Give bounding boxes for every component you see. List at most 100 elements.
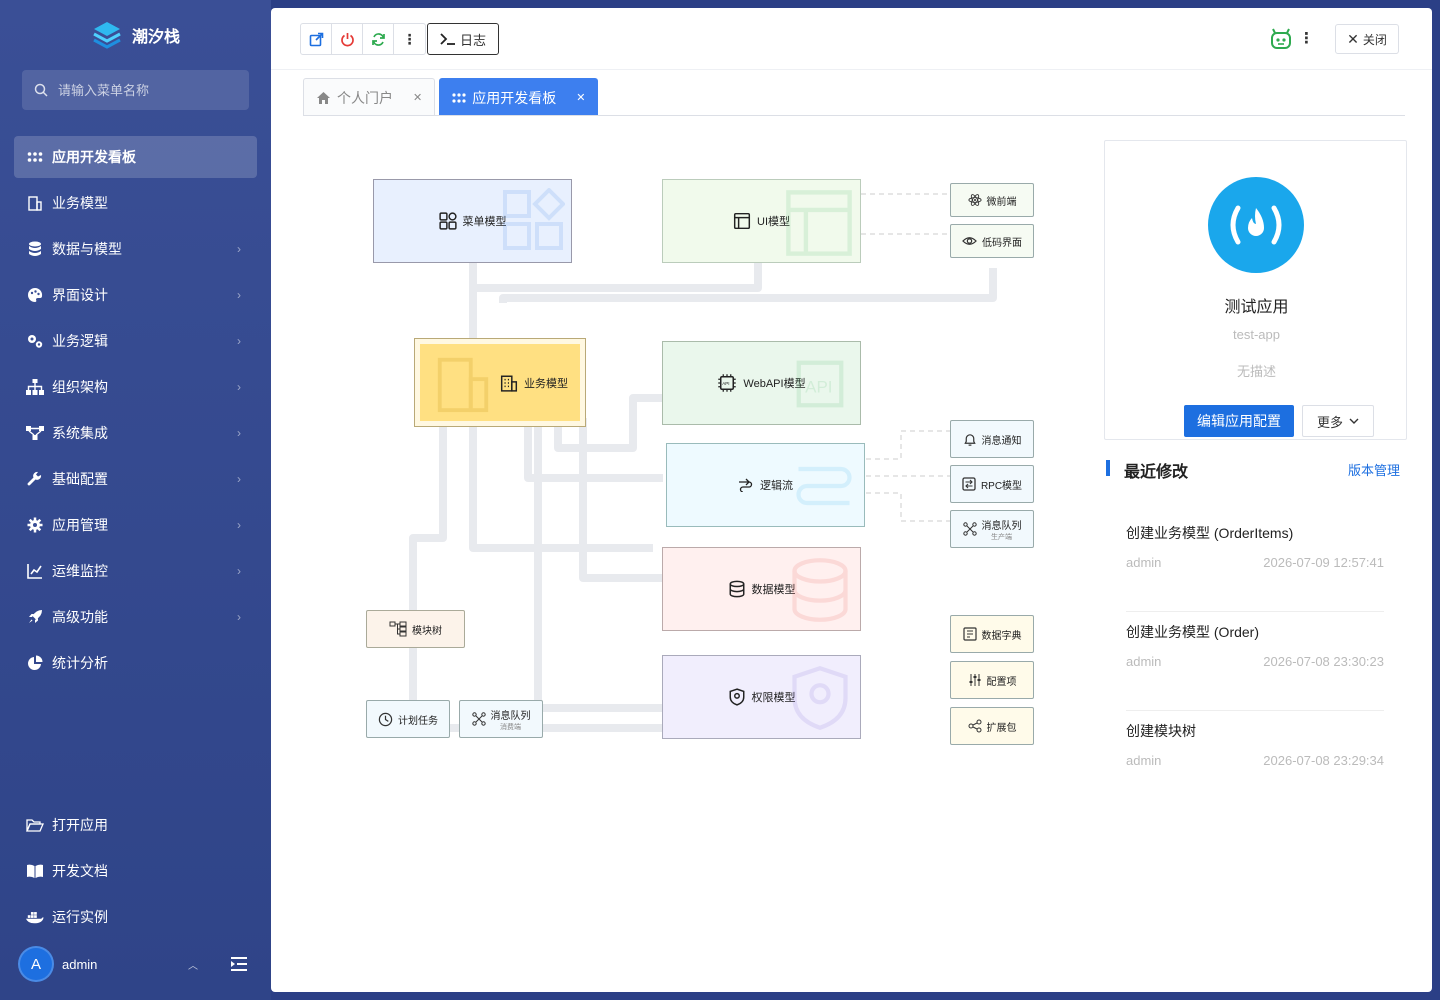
sidebar-item-12[interactable]: 统计分析 xyxy=(14,642,257,684)
business-model-box[interactable]: 业务模型 xyxy=(414,338,586,427)
version-management-link[interactable]: 版本管理 xyxy=(1348,460,1400,479)
menu-search[interactable] xyxy=(22,70,249,110)
database-icon xyxy=(729,580,744,598)
sidebar-item-5[interactable]: 业务逻辑 › xyxy=(14,320,257,362)
logic-flow-box[interactable]: 逻辑流 xyxy=(666,443,865,527)
sidebar-item-6[interactable]: 组织架构 › xyxy=(14,366,257,408)
ui-model-box[interactable]: UI模型 xyxy=(662,179,861,263)
sidebar-item-7[interactable]: 系统集成 › xyxy=(14,412,257,454)
svg-text:API: API xyxy=(723,381,730,386)
sidebar-item-11[interactable]: 高级功能 › xyxy=(14,596,257,638)
open-external-button[interactable] xyxy=(301,24,332,54)
app-logo[interactable]: 潮汐栈 xyxy=(92,20,180,50)
mq-producer-box[interactable]: 消息队列 生产端 xyxy=(950,510,1034,548)
close-button[interactable]: ✕ 关闭 xyxy=(1335,24,1399,54)
schedule-box[interactable]: 计划任务 xyxy=(366,700,450,738)
more-dropdown-button[interactable]: 更多 xyxy=(1302,405,1374,437)
lowcode-ui-box[interactable]: 低码界面 xyxy=(950,224,1034,258)
sidebar-item-1[interactable]: 应用开发看板 xyxy=(14,136,257,178)
edit-app-config-button[interactable]: 编辑应用配置 xyxy=(1184,405,1294,437)
rpc-model-box[interactable]: RPC模型 xyxy=(950,465,1034,503)
permission-model-box[interactable]: 权限模型 xyxy=(662,655,861,739)
more-vertical-icon: ⋮ xyxy=(402,31,417,47)
refresh-button[interactable] xyxy=(363,24,394,54)
power-icon xyxy=(340,32,354,46)
toolbar-button-group: ⋮ xyxy=(300,23,426,55)
notify-box[interactable]: 消息通知 xyxy=(950,420,1034,458)
user-panel[interactable]: A admin ︿ xyxy=(18,946,254,982)
tab-personal-portal[interactable]: 个人门户 ✕ xyxy=(303,78,436,116)
tab-underline xyxy=(303,115,1405,116)
module-tree-box[interactable]: 模块树 xyxy=(366,610,465,648)
gears-icon xyxy=(26,332,44,350)
grid-icon xyxy=(26,148,44,166)
chevron-right-icon: › xyxy=(237,610,241,624)
tab-close-icon[interactable]: ✕ xyxy=(413,91,422,104)
micro-frontend-box[interactable]: 微前端 xyxy=(950,183,1034,217)
main-panel: ⋮ 日志 ⋮ ✕ 关闭 个人门户 ✕ 应用开发看板 ✕ 菜单模型 UI模型 微前… xyxy=(271,8,1432,992)
chevron-right-icon: › xyxy=(237,380,241,394)
sidebar-item-label: 打开应用 xyxy=(52,817,108,833)
config-item-box[interactable]: 配置项 xyxy=(950,661,1034,699)
log-button[interactable]: 日志 xyxy=(427,23,499,55)
data-dict-label: 数据字典 xyxy=(981,630,1022,642)
tab-dev-board[interactable]: 应用开发看板 ✕ xyxy=(439,78,599,116)
recent-item-time: 2026-07-09 12:57:41 xyxy=(1263,555,1384,570)
sidebar-item-4[interactable]: 界面设计 › xyxy=(14,274,257,316)
ext-pkg-box[interactable]: 扩展包 xyxy=(950,707,1034,745)
external-link-icon xyxy=(309,32,323,46)
more-label: 更多 xyxy=(1316,414,1343,430)
mq-producer-label: 消息队列 xyxy=(981,520,1022,532)
recent-item[interactable]: 创建业务模型 (OrderItems) admin 2026-07-09 12:… xyxy=(1126,513,1384,612)
recent-item[interactable]: 创建模块树 admin 2026-07-08 23:29:34 xyxy=(1126,711,1384,810)
menu-model-box[interactable]: 菜单模型 xyxy=(373,179,572,263)
sidebar-item-2[interactable]: 业务模型 xyxy=(14,182,257,224)
section-marker xyxy=(1106,460,1110,476)
sidebar-item-10[interactable]: 运维监控 › xyxy=(14,550,257,592)
sidebar-item-2[interactable]: 开发文档 xyxy=(14,850,257,892)
sidebar-item-1[interactable]: 打开应用 xyxy=(14,804,257,846)
sidebar-item-3[interactable]: 数据与模型 › xyxy=(14,228,257,270)
shield-icon xyxy=(729,688,744,706)
docker-icon xyxy=(26,908,44,926)
book-icon xyxy=(26,862,44,880)
data-model-box[interactable]: 数据模型 xyxy=(662,547,861,631)
refresh-icon xyxy=(371,32,385,46)
tab-close-icon[interactable]: ✕ xyxy=(576,91,585,104)
rpc-model-label: RPC模型 xyxy=(980,480,1023,492)
webapi-model-box[interactable]: API API WebAPI模型 xyxy=(662,341,861,425)
user-name: admin xyxy=(62,956,98,972)
share-nodes-icon xyxy=(968,719,981,733)
sidebar-item-label: 界面设计 xyxy=(52,287,108,303)
recent-item[interactable]: 创建业务模型 (Order) admin 2026-07-08 23:30:23 xyxy=(1126,612,1384,711)
sidebar-menu: 应用开发看板 业务模型 数据与模型 › 界面设计 › 业务逻辑 › 组织架构 › 系统集成 › 基础配置… xyxy=(14,136,257,688)
chevron-up-icon[interactable]: ︿ xyxy=(188,957,198,972)
network-icon xyxy=(26,424,44,442)
avatar[interactable]: A xyxy=(18,946,54,982)
sidebar-item-label: 系统集成 xyxy=(52,425,108,441)
menu-search-input[interactable] xyxy=(58,82,228,98)
mq-consumer-box[interactable]: 消息队列 消费端 xyxy=(459,700,543,738)
chevron-down-icon xyxy=(1349,418,1359,424)
flow-icon xyxy=(739,478,753,492)
app-description: 无描述 xyxy=(1236,364,1276,379)
sidebar-item-8[interactable]: 基础配置 › xyxy=(14,458,257,500)
sidebar-item-9[interactable]: 应用管理 › xyxy=(14,504,257,546)
hub-icon xyxy=(471,712,486,726)
rpc-icon xyxy=(962,477,976,491)
mq-consumer-text: 消息队列 消费端 xyxy=(491,707,531,732)
robot-menu-icon[interactable]: ⋮ xyxy=(1299,29,1314,47)
sidebar-item-label: 数据与模型 xyxy=(52,241,122,257)
eye-icon xyxy=(962,237,977,245)
menu-model-label: 菜单模型 xyxy=(462,216,507,228)
sidebar-item-label: 统计分析 xyxy=(52,655,108,671)
more-vertical-button[interactable]: ⋮ xyxy=(394,24,425,54)
architecture-diagram: 菜单模型 UI模型 微前端 低码界面 业务模型 API API WebAPI模型… xyxy=(283,128,1103,980)
data-dict-box[interactable]: 数据字典 xyxy=(950,615,1034,653)
home-icon xyxy=(317,91,330,104)
power-button[interactable] xyxy=(332,24,363,54)
robot-icon[interactable] xyxy=(1270,28,1292,50)
collapse-menu-icon[interactable] xyxy=(230,956,248,972)
sidebar-item-3[interactable]: 运行实例 xyxy=(14,896,257,938)
app-code: test-app xyxy=(1233,327,1280,342)
